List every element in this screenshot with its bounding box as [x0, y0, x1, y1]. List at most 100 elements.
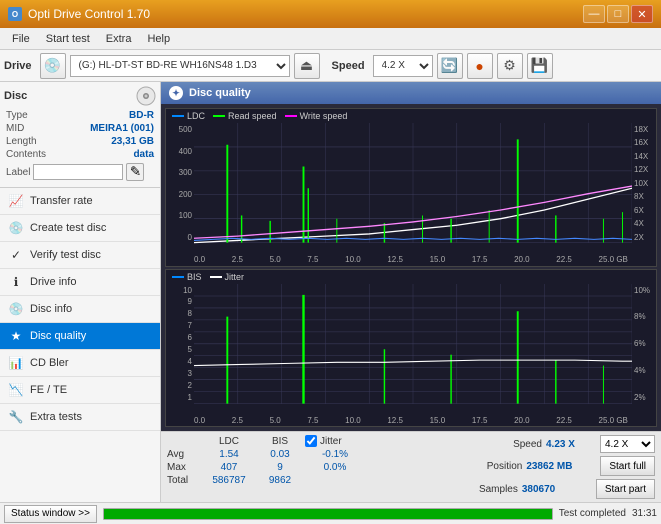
speed-select2[interactable]: 4.2 X [600, 435, 655, 453]
minimize-button[interactable]: — [583, 5, 605, 23]
position-val: 23862 MB [526, 461, 596, 472]
disc-label-row: Label ✎ [4, 161, 156, 183]
sidebar-item-label: Disc info [30, 303, 72, 315]
save-button[interactable]: 💾 [527, 53, 553, 79]
main-content: Disc Type BD-R MID MEIRA1 (001) Length [0, 82, 661, 502]
jitter-max: 0.0% [305, 462, 365, 473]
settings-button[interactable]: ⚙ [497, 53, 523, 79]
refresh-button[interactable]: 🔄 [437, 53, 463, 79]
ldc-avg: 1.54 [203, 449, 255, 460]
time-text: 31:31 [632, 508, 657, 519]
bis-y-axis-left: 10 9 8 7 6 5 4 3 2 1 [166, 284, 194, 415]
sidebar-item-label: Extra tests [30, 411, 82, 423]
disc-info-icon: 💿 [8, 301, 24, 317]
sidebar-item-label: Verify test disc [30, 249, 101, 261]
ldc-chart-inner [194, 123, 632, 254]
disc-icon [136, 86, 156, 106]
disc-mid-row: MID MEIRA1 (001) [4, 122, 156, 135]
right-stats: Speed 4.23 X 4.2 X Position 23862 MB Sta… [479, 435, 655, 499]
speed-val: 4.23 X [546, 439, 596, 450]
jitter-checkbox[interactable] [305, 435, 317, 447]
samples-row: Samples 380670 Start part [479, 479, 655, 499]
disc-quality-icon: ★ [8, 328, 24, 344]
sidebar-item-disc-quality[interactable]: ★ Disc quality [0, 323, 160, 350]
sidebar-item-fe-te[interactable]: 📉 FE / TE [0, 377, 160, 404]
sidebar-item-drive-info[interactable]: ℹ Drive info [0, 269, 160, 296]
disc-panel-label: Disc [4, 90, 27, 102]
close-button[interactable]: ✕ [631, 5, 653, 23]
samples-val: 380670 [522, 484, 592, 495]
status-window-button[interactable]: Status window >> [4, 505, 97, 523]
sidebar-item-cd-bler[interactable]: 📊 CD Bler [0, 350, 160, 377]
progress-bar [104, 509, 552, 519]
menu-extra[interactable]: Extra [98, 31, 140, 47]
extra-tests-icon: 🔧 [8, 409, 24, 425]
disc-label-input[interactable] [33, 164, 123, 180]
bis-y-axis-right: 10% 8% 6% 4% 2% [632, 284, 656, 415]
ldc-total: 586787 [203, 475, 255, 486]
ldc-chart-legend: LDC Read speed Write speed [166, 109, 656, 123]
total-row: Total 586787 9862 [167, 475, 365, 486]
disc-type-row: Type BD-R [4, 109, 156, 122]
create-test-disc-icon: 💿 [8, 220, 24, 236]
max-row: Max 407 9 0.0% [167, 462, 365, 473]
maximize-button[interactable]: □ [607, 5, 629, 23]
sidebar: Disc Type BD-R MID MEIRA1 (001) Length [0, 82, 161, 502]
menu-file[interactable]: File [4, 31, 38, 47]
ldc-legend: LDC [172, 111, 205, 121]
sidebar-menu: 📈 Transfer rate 💿 Create test disc ✓ Ver… [0, 188, 160, 502]
fe-te-icon: 📉 [8, 382, 24, 398]
jitter-avg: -0.1% [305, 449, 365, 460]
drive-icon-btn[interactable]: 💿 [40, 53, 66, 79]
disc-quality-title: Disc quality [189, 87, 251, 99]
ldc-y-axis-right: 18X 16X 14X 12X 10X 8X 6X 4X 2X [632, 123, 656, 254]
ldc-bis-stats: LDC BIS Jitter Avg 1.54 0.03 -0.1% Max 4… [167, 435, 365, 499]
ldc-chart-body: 500 400 300 200 100 0 [166, 123, 656, 254]
sidebar-item-transfer-rate[interactable]: 📈 Transfer rate [0, 188, 160, 215]
transfer-rate-icon: 📈 [8, 193, 24, 209]
app-icon: O [8, 7, 22, 21]
bis-chart-inner [194, 284, 632, 415]
sidebar-item-disc-info[interactable]: 💿 Disc info [0, 296, 160, 323]
status-text: Test completed [559, 508, 626, 519]
speed-row: Speed 4.23 X 4.2 X [513, 435, 655, 453]
drive-label: Drive [4, 60, 32, 72]
title-bar: O Opti Drive Control 1.70 — □ ✕ [0, 0, 661, 28]
write-speed-legend: Write speed [285, 111, 348, 121]
sidebar-item-verify-test-disc[interactable]: ✓ Verify test disc [0, 242, 160, 269]
sidebar-item-label: Disc quality [30, 330, 86, 342]
sidebar-item-label: Drive info [30, 276, 76, 288]
eject-button[interactable]: ⏏ [294, 53, 320, 79]
start-part-button[interactable]: Start part [596, 479, 655, 499]
bis-total: 9862 [259, 475, 301, 486]
title-bar-left: O Opti Drive Control 1.70 [8, 7, 150, 21]
disc-contents-row: Contents data [4, 148, 156, 161]
disc-quality-header: ✦ Disc quality [161, 82, 661, 104]
menu-help[interactable]: Help [139, 31, 178, 47]
sidebar-item-label: FE / TE [30, 384, 67, 396]
status-bar: Status window >> Test completed 31:31 [0, 502, 661, 524]
title-text: Opti Drive Control 1.70 [28, 7, 150, 21]
ldc-max: 407 [203, 462, 255, 473]
bis-header: BIS [259, 436, 301, 447]
charts-container: LDC Read speed Write speed 500 400 [161, 104, 661, 431]
speed-select[interactable]: 4.2 X [373, 55, 433, 77]
title-controls: — □ ✕ [583, 5, 653, 23]
drive-info-icon: ℹ [8, 274, 24, 290]
sidebar-item-create-test-disc[interactable]: 💿 Create test disc [0, 215, 160, 242]
sidebar-item-label: Transfer rate [30, 195, 93, 207]
drive-select[interactable]: (G:) HL-DT-ST BD-RE WH16NS48 1.D3 [70, 55, 290, 77]
menu-starttest[interactable]: Start test [38, 31, 98, 47]
disc-quality-header-icon: ✦ [169, 86, 183, 100]
sidebar-item-extra-tests[interactable]: 🔧 Extra tests [0, 404, 160, 431]
burn-button[interactable]: ● [467, 53, 493, 79]
disc-header: Disc [4, 86, 156, 106]
sidebar-item-label: Create test disc [30, 222, 106, 234]
ldc-chart: LDC Read speed Write speed 500 400 [165, 108, 657, 267]
jitter-legend: Jitter [210, 272, 245, 282]
ldc-y-axis-left: 500 400 300 200 100 0 [166, 123, 194, 254]
bis-avg: 0.03 [259, 449, 301, 460]
label-edit-button[interactable]: ✎ [126, 163, 144, 181]
bis-max: 9 [259, 462, 301, 473]
start-full-button[interactable]: Start full [600, 456, 655, 476]
